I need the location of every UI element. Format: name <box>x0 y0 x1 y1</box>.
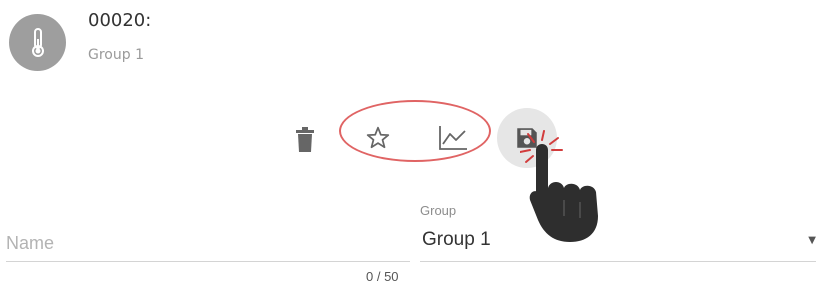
group-selected-value: Group 1 <box>422 229 491 250</box>
thermometer-icon <box>31 27 44 57</box>
dropdown-arrow-icon: ▼ <box>808 235 816 246</box>
trash-icon <box>296 127 314 152</box>
device-group-subtitle: Group 1 <box>88 47 144 63</box>
device-id: 00020: <box>88 10 152 31</box>
name-char-counter: 0 / 50 <box>366 269 399 284</box>
highlight-annotation <box>339 100 491 162</box>
delete-button[interactable] <box>288 122 322 158</box>
name-underline <box>6 261 410 262</box>
name-input[interactable] <box>6 228 366 258</box>
group-select[interactable]: Group 1 ▼ <box>420 227 816 259</box>
group-label: Group <box>420 203 457 218</box>
group-underline <box>420 261 816 262</box>
device-avatar <box>9 14 66 71</box>
